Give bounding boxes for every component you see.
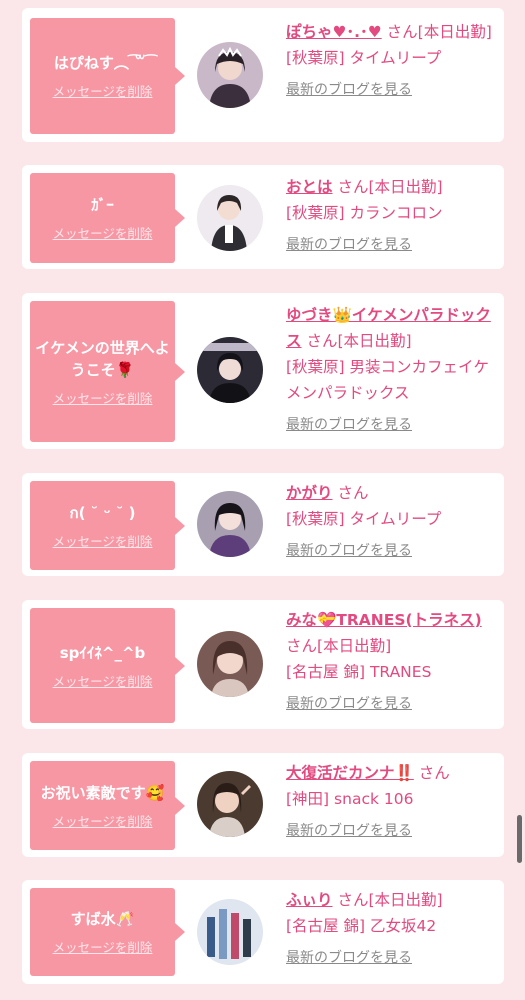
cast-info: ゆづき👑イケメンパラドックス さん[本日出勤] [秋葉原] 男装コンカフェイケメ…: [286, 302, 498, 438]
latest-blog-link[interactable]: 最新のブログを見る: [286, 412, 412, 438]
honorific: さん: [418, 764, 450, 782]
cast-name-link[interactable]: 大復活だカンナ‼️: [286, 764, 414, 782]
status-badge: [本日出勤]: [317, 637, 392, 655]
avatar-photo: [197, 337, 263, 403]
store-area: [名古屋 錦]: [286, 663, 366, 681]
message-text: すば水🥂: [70, 910, 135, 928]
avatar-photo: [197, 631, 263, 697]
message-bubble: ｶﾞｰ メッセージを削除: [30, 173, 185, 263]
store-name: TRANES: [369, 663, 432, 681]
latest-blog-link[interactable]: 最新のブログを見る: [286, 232, 412, 258]
message-bubble: はぴねす︵ ͡꒳ ͡ メッセージを削除: [30, 18, 185, 134]
scrollbar[interactable]: [517, 815, 522, 863]
message-bubble: すば水🥂 メッセージを削除: [30, 888, 185, 976]
avatar-photo: [197, 491, 263, 557]
message-bubble: spｲｲﾈ^_^b メッセージを削除: [30, 608, 185, 723]
latest-blog-link[interactable]: 最新のブログを見る: [286, 691, 412, 717]
message-card: ก( ˘ ᵕ ˘ ) メッセージを削除 かがり さん [秋葉原] タイムリープ …: [22, 473, 504, 576]
avatar[interactable]: [197, 899, 263, 965]
delete-message-link[interactable]: メッセージを削除: [53, 84, 153, 100]
cast-info: おとは さん[本日出勤] [秋葉原] カランコロン 最新のブログを見る: [286, 174, 498, 258]
message-bubble: ก( ˘ ᵕ ˘ ) メッセージを削除: [30, 481, 185, 570]
delete-message-link[interactable]: メッセージを削除: [53, 391, 153, 407]
avatar[interactable]: [197, 42, 263, 108]
message-text: ก( ˘ ᵕ ˘ ): [69, 503, 136, 522]
avatar-photo: [197, 771, 263, 837]
cast-info: ふぃり さん[本日出勤] [名古屋 錦] 乙女坂42 最新のブログを見る: [286, 887, 498, 971]
latest-blog-link[interactable]: 最新のブログを見る: [286, 538, 412, 564]
message-text: ｶﾞｰ: [91, 196, 114, 214]
honorific: さん: [286, 637, 318, 655]
cast-info: かがり さん [秋葉原] タイムリープ 最新のブログを見る: [286, 480, 498, 564]
store-name: snack 106: [334, 790, 414, 808]
message-bubble: お祝い素敵です🥰 メッセージを削除: [30, 761, 185, 850]
store-area: [秋葉原]: [286, 204, 345, 222]
avatar[interactable]: [197, 337, 263, 403]
store-area: [秋葉原]: [286, 510, 345, 528]
avatar-photo: [197, 899, 263, 965]
status-badge: [本日出勤]: [417, 23, 492, 41]
message-card: すば水🥂 メッセージを削除 ふぃり さん[本日出勤] [名古屋 錦] 乙女坂42…: [22, 880, 504, 984]
store-name: タイムリープ: [349, 49, 442, 67]
message-bubble: イケメンの世界へようこそ🌹 メッセージを削除: [30, 301, 185, 442]
status-badge: [本日出勤]: [337, 332, 412, 350]
message-text: はぴねす︵ ͡꒳ ͡: [53, 54, 152, 72]
latest-blog-link[interactable]: 最新のブログを見る: [286, 818, 412, 844]
avatar-photo: [197, 185, 263, 251]
honorific: さん: [386, 23, 418, 41]
message-card: お祝い素敵です🥰 メッセージを削除 大復活だカンナ‼️ さん [神田] snac…: [22, 753, 504, 857]
store-name: カランコロン: [349, 204, 443, 222]
message-card: イケメンの世界へようこそ🌹 メッセージを削除 ゆづき👑イケメンパラドックス さん…: [22, 293, 504, 449]
delete-message-link[interactable]: メッセージを削除: [53, 226, 153, 242]
avatar[interactable]: [197, 771, 263, 837]
status-badge: [本日出勤]: [368, 178, 443, 196]
message-list: はぴねす︵ ͡꒳ ͡ メッセージを削除 ぽちゃ♥︎･.･♥︎ さん[本日出勤] …: [0, 0, 525, 1000]
avatar[interactable]: [197, 631, 263, 697]
honorific: さん: [337, 178, 369, 196]
store-area: [秋葉原]: [286, 49, 345, 67]
message-text: spｲｲﾈ^_^b: [59, 643, 146, 662]
delete-message-link[interactable]: メッセージを削除: [53, 674, 153, 690]
delete-message-link[interactable]: メッセージを削除: [53, 814, 153, 830]
delete-message-link[interactable]: メッセージを削除: [53, 534, 153, 550]
cast-info: ぽちゃ♥︎･.･♥︎ さん[本日出勤] [秋葉原] タイムリープ 最新のブログを…: [286, 19, 498, 103]
cast-name-link[interactable]: ふぃり: [286, 891, 333, 909]
honorific: さん: [337, 484, 369, 502]
honorific: さん: [306, 332, 338, 350]
message-card: spｲｲﾈ^_^b メッセージを削除 みな💝TRANES(トラネス) さん[本日…: [22, 600, 504, 729]
store-area: [名古屋 錦]: [286, 917, 366, 935]
cast-info: 大復活だカンナ‼️ さん [神田] snack 106 最新のブログを見る: [286, 760, 498, 844]
message-card: ｶﾞｰ メッセージを削除 おとは さん[本日出勤] [秋葉原] カランコロン 最…: [22, 165, 504, 269]
latest-blog-link[interactable]: 最新のブログを見る: [286, 945, 412, 971]
status-badge: [本日出勤]: [368, 891, 443, 909]
cast-name-link[interactable]: おとは: [286, 178, 333, 196]
avatar-photo: [197, 42, 263, 108]
cast-name-link[interactable]: かがり: [286, 484, 333, 502]
message-text: イケメンの世界へようこそ🌹: [35, 338, 170, 379]
cast-name-link[interactable]: ぽちゃ♥︎･.･♥︎: [286, 23, 382, 41]
store-name: タイムリープ: [349, 510, 442, 528]
cast-info: みな💝TRANES(トラネス) さん[本日出勤] [名古屋 錦] TRANES …: [286, 607, 498, 717]
store-area: [秋葉原]: [286, 358, 345, 376]
latest-blog-link[interactable]: 最新のブログを見る: [286, 77, 412, 103]
store-area: [神田]: [286, 790, 330, 808]
delete-message-link[interactable]: メッセージを削除: [53, 940, 153, 956]
message-card: はぴねす︵ ͡꒳ ͡ メッセージを削除 ぽちゃ♥︎･.･♥︎ さん[本日出勤] …: [22, 8, 504, 142]
avatar[interactable]: [197, 185, 263, 251]
cast-name-link[interactable]: みな💝TRANES(トラネス): [286, 611, 482, 629]
store-name: 乙女坂42: [369, 917, 437, 935]
avatar[interactable]: [197, 491, 263, 557]
message-text: お祝い素敵です🥰: [40, 783, 165, 802]
honorific: さん: [337, 891, 369, 909]
